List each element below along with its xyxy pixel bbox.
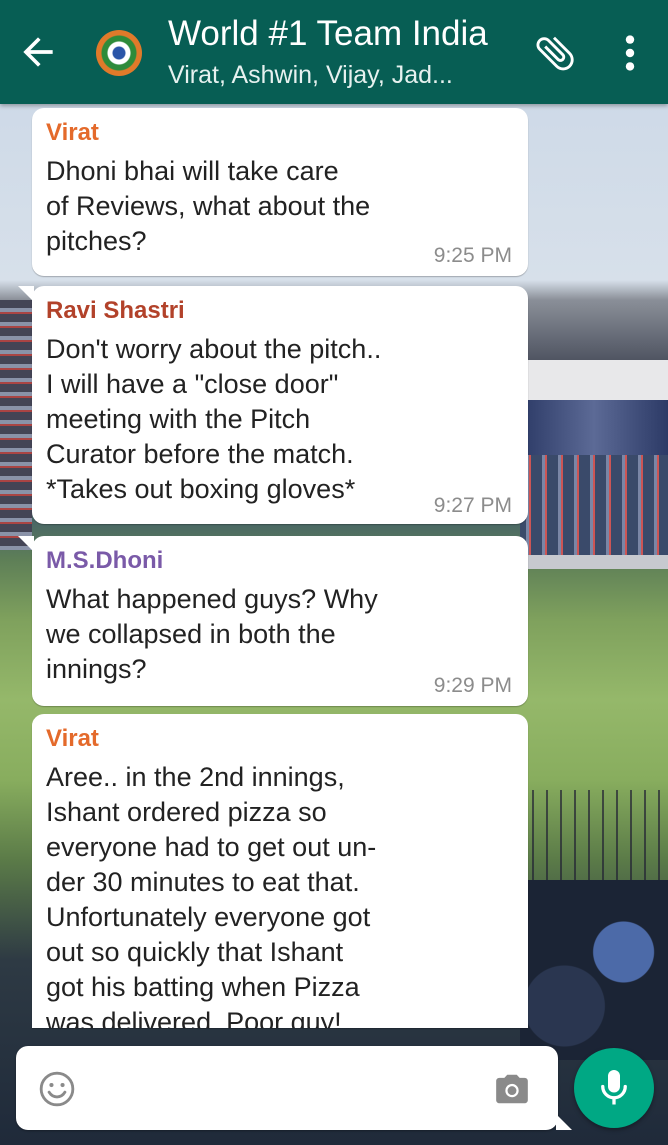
message-text: Aree.. in the 2nd innings, Ishant ordere…	[46, 762, 377, 1028]
wallpaper-stand-roof	[520, 360, 668, 400]
message-composer	[16, 1046, 572, 1130]
emoji-icon[interactable]	[38, 1070, 76, 1108]
message-input[interactable]	[94, 1066, 478, 1112]
wallpaper-stand-board	[520, 555, 668, 569]
message-bubble[interactable]: Virat Dhoni bhai will take care of Revie…	[32, 108, 528, 276]
wallpaper-crowd	[520, 880, 668, 1060]
group-avatar[interactable]	[96, 30, 142, 76]
wallpaper-stand-left	[0, 300, 32, 550]
wallpaper-stand-crowd	[520, 455, 668, 555]
chat-header: World #1 Team India Virat, Ashwin, Vijay…	[0, 0, 668, 104]
more-vertical-icon[interactable]	[612, 30, 648, 76]
group-title[interactable]: World #1 Team India	[168, 14, 488, 54]
mic-icon	[601, 1070, 627, 1105]
message-sender: Virat	[46, 119, 99, 146]
arrow-left-icon[interactable]	[16, 30, 60, 74]
voice-record-button[interactable]	[574, 1048, 654, 1128]
message-time: 9:25 PM	[433, 244, 512, 267]
message-time: 9:27 PM	[433, 494, 512, 517]
message-bubble[interactable]: Virat Aree.. in the 2nd innings, Ishant …	[32, 714, 528, 1028]
message-time: 9:29 PM	[433, 674, 512, 697]
message-sender: Ravi Shastri	[46, 297, 185, 324]
message-sender: Virat	[46, 725, 99, 752]
wallpaper-stand-banner	[520, 400, 668, 455]
paperclip-icon[interactable]	[532, 30, 578, 76]
message-text: Don't worry about the pitch.. I will hav…	[46, 334, 382, 504]
group-members[interactable]: Virat, Ashwin, Vijay, Jad...	[168, 60, 453, 90]
message-bubble[interactable]: Ravi Shastri Don't worry about the pitch…	[18, 286, 528, 524]
message-text: What happened guys? Why we collapsed in …	[46, 584, 378, 684]
camera-icon[interactable]	[492, 1070, 532, 1108]
message-bubble[interactable]: M.S.Dhoni What happened guys? Why we col…	[18, 536, 528, 706]
message-sender: M.S.Dhoni	[46, 547, 164, 574]
